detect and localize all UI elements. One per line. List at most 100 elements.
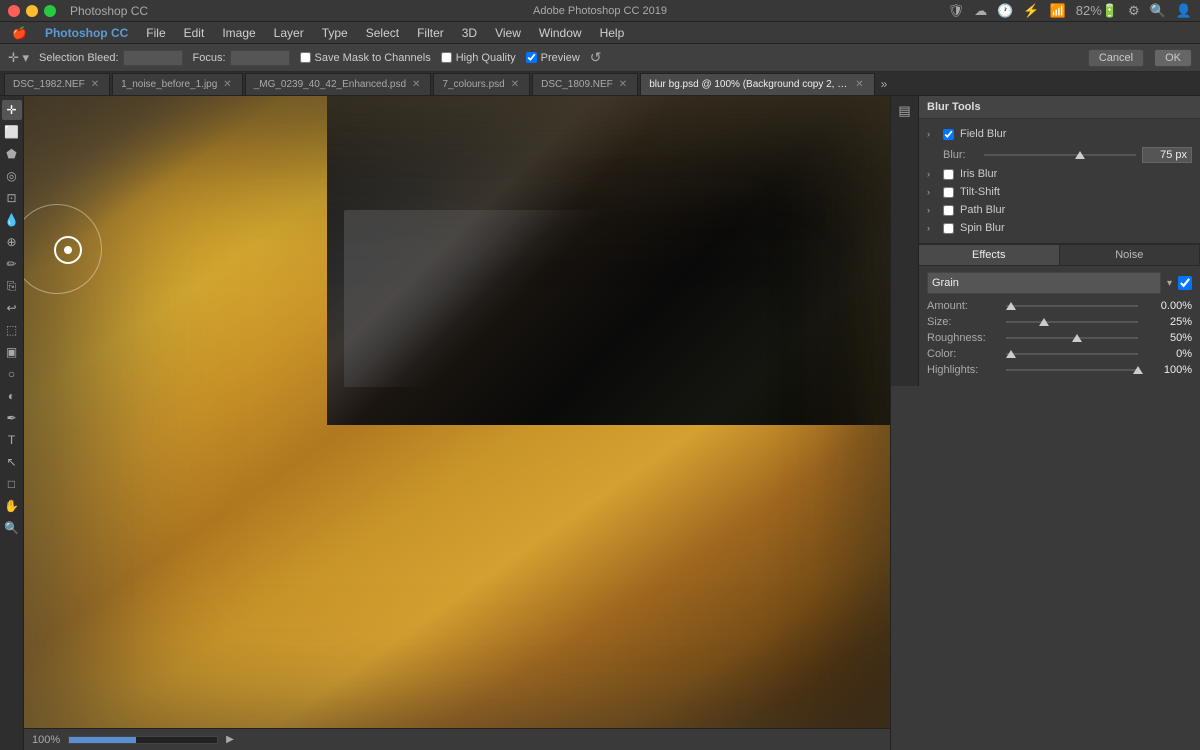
size-slider-thumb[interactable] bbox=[1039, 318, 1049, 326]
tab-close-icon[interactable]: ✕ bbox=[412, 79, 420, 90]
tab-7colours[interactable]: 7_colours.psd ✕ bbox=[433, 73, 530, 95]
layer-menu[interactable]: Layer bbox=[266, 24, 312, 42]
focus-pin[interactable] bbox=[54, 236, 82, 264]
selection-bleed-label: Selection Bleed: bbox=[39, 52, 119, 64]
progress-bar-fill bbox=[69, 737, 136, 743]
edit-menu[interactable]: Edit bbox=[176, 24, 213, 42]
right-side-icons: ▤ bbox=[891, 96, 919, 386]
canvas-content[interactable] bbox=[24, 96, 890, 728]
selection-bleed-select[interactable] bbox=[123, 50, 183, 66]
undo-icon[interactable]: ↺ bbox=[590, 49, 602, 66]
minimize-window-button[interactable] bbox=[26, 5, 38, 17]
gradient-tool-button[interactable]: ▣ bbox=[2, 342, 22, 362]
hand-tool-button[interactable]: ✋ bbox=[2, 496, 22, 516]
crop-tool-button[interactable]: ⊡ bbox=[2, 188, 22, 208]
control-center-icon[interactable]: ⚙ bbox=[1128, 3, 1140, 19]
search-icon[interactable]: 🔍 bbox=[1150, 3, 1166, 19]
color-slider-track[interactable] bbox=[1006, 353, 1138, 355]
highlights-slider-thumb[interactable] bbox=[1133, 366, 1143, 374]
highlights-slider-track[interactable] bbox=[1006, 369, 1138, 371]
focus-select[interactable] bbox=[230, 50, 290, 66]
3d-menu[interactable]: 3D bbox=[454, 24, 485, 42]
size-slider-track[interactable] bbox=[1006, 321, 1138, 323]
window-menu[interactable]: Window bbox=[531, 24, 590, 42]
blur-slider-thumb[interactable] bbox=[1075, 151, 1085, 159]
view-menu[interactable]: View bbox=[487, 24, 529, 42]
iris-blur-item[interactable]: › Iris Blur bbox=[927, 165, 1192, 183]
status-arrow[interactable]: ▶ bbox=[226, 734, 234, 745]
tab-blurbg[interactable]: blur bg.psd @ 100% (Background copy 2, R… bbox=[640, 73, 874, 95]
iris-blur-checkbox[interactable] bbox=[943, 169, 954, 180]
blur-value[interactable]: 75 px bbox=[1142, 147, 1192, 163]
path-select-button[interactable]: ↖ bbox=[2, 452, 22, 472]
heal-tool-button[interactable]: ⊕ bbox=[2, 232, 22, 252]
more-tabs-button[interactable]: » bbox=[881, 77, 888, 91]
file-menu[interactable]: File bbox=[138, 24, 173, 42]
ok-button[interactable]: OK bbox=[1154, 49, 1192, 67]
select-menu[interactable]: Select bbox=[358, 24, 407, 42]
roughness-value: 50% bbox=[1142, 332, 1192, 344]
tab-effects[interactable]: Effects bbox=[919, 245, 1060, 265]
tab-noise[interactable]: 1_noise_before_1.jpg ✕ bbox=[112, 73, 243, 95]
help-menu[interactable]: Help bbox=[592, 24, 633, 42]
high-quality-checkbox[interactable] bbox=[441, 52, 452, 63]
roughness-slider-track[interactable] bbox=[1006, 337, 1138, 339]
field-blur-item[interactable]: › Field Blur bbox=[927, 125, 1192, 143]
image-menu[interactable]: Image bbox=[214, 24, 263, 42]
maximize-window-button[interactable] bbox=[44, 5, 56, 17]
roughness-slider-thumb[interactable] bbox=[1072, 334, 1082, 342]
text-tool-button[interactable]: T bbox=[2, 430, 22, 450]
tab-noise[interactable]: Noise bbox=[1060, 245, 1200, 265]
grain-type-select[interactable]: Grain bbox=[927, 272, 1161, 294]
path-blur-item[interactable]: › Path Blur bbox=[927, 201, 1192, 219]
close-window-button[interactable] bbox=[8, 5, 20, 17]
blur-tool-button[interactable]: ○ bbox=[2, 364, 22, 384]
app-menu[interactable]: Photoshop CC bbox=[37, 24, 136, 42]
tab-dsc1809[interactable]: DSC_1809.NEF ✕ bbox=[532, 73, 638, 95]
move-tool-button[interactable]: ✛ bbox=[2, 100, 22, 120]
spin-blur-checkbox[interactable] bbox=[943, 223, 954, 234]
amount-slider-track[interactable] bbox=[1006, 305, 1138, 307]
path-blur-expand-icon: › bbox=[927, 205, 937, 215]
blur-slider-track[interactable] bbox=[984, 154, 1136, 156]
apple-menu[interactable]: 🍎 bbox=[4, 24, 35, 42]
zoom-tool-button[interactable]: 🔍 bbox=[2, 518, 22, 538]
grain-enabled-checkbox[interactable] bbox=[1178, 276, 1192, 290]
color-slider-thumb[interactable] bbox=[1006, 350, 1016, 358]
quick-select-button[interactable]: ◎ bbox=[2, 166, 22, 186]
pen-tool-button[interactable]: ✒ bbox=[2, 408, 22, 428]
filter-menu[interactable]: Filter bbox=[409, 24, 452, 42]
panel-icon-1[interactable]: ▤ bbox=[894, 100, 916, 122]
path-blur-checkbox[interactable] bbox=[943, 205, 954, 216]
tab-mg0239[interactable]: _MG_0239_40_42_Enhanced.psd ✕ bbox=[245, 73, 432, 95]
system-icons: 🛡 ☁ 🕐 ⚡ 📶 82%🔋 ⚙ 🔍 👤 bbox=[948, 3, 1192, 19]
field-blur-checkbox[interactable] bbox=[943, 129, 954, 140]
cancel-button[interactable]: Cancel bbox=[1088, 49, 1144, 67]
marquee-tool-button[interactable]: ⬜ bbox=[2, 122, 22, 142]
shape-tool-button[interactable]: □ bbox=[2, 474, 22, 494]
high-quality-control: High Quality bbox=[441, 52, 516, 64]
tab-close-icon[interactable]: ✕ bbox=[855, 79, 863, 90]
blur-amount-control: Blur: 75 px bbox=[927, 143, 1192, 165]
tilt-shift-item[interactable]: › Tilt-Shift bbox=[927, 183, 1192, 201]
tab-close-icon[interactable]: ✕ bbox=[619, 79, 627, 90]
type-menu[interactable]: Type bbox=[314, 24, 356, 42]
save-mask-checkbox[interactable] bbox=[300, 52, 311, 63]
tilt-shift-checkbox[interactable] bbox=[943, 187, 954, 198]
spin-blur-item[interactable]: › Spin Blur bbox=[927, 219, 1192, 237]
history-brush-button[interactable]: ↩ bbox=[2, 298, 22, 318]
dodge-tool-button[interactable]: ◐ bbox=[2, 386, 22, 406]
brush-tool-button[interactable]: ✏ bbox=[2, 254, 22, 274]
clone-tool-button[interactable]: ⎘ bbox=[2, 276, 22, 296]
tab-close-icon[interactable]: ✕ bbox=[511, 79, 519, 90]
amount-slider-thumb[interactable] bbox=[1006, 302, 1016, 310]
eyedropper-button[interactable]: 💧 bbox=[2, 210, 22, 230]
tab-close-icon[interactable]: ✕ bbox=[91, 79, 99, 90]
tab-dsc1982[interactable]: DSC_1982.NEF ✕ bbox=[4, 73, 110, 95]
tool-preset-picker[interactable]: ✛ ▾ bbox=[8, 50, 29, 66]
lasso-tool-button[interactable]: ⬟ bbox=[2, 144, 22, 164]
eraser-tool-button[interactable]: ⬚ bbox=[2, 320, 22, 340]
tab-close-icon[interactable]: ✕ bbox=[223, 79, 231, 90]
user-icon[interactable]: 👤 bbox=[1176, 3, 1192, 19]
preview-checkbox[interactable] bbox=[526, 52, 537, 63]
